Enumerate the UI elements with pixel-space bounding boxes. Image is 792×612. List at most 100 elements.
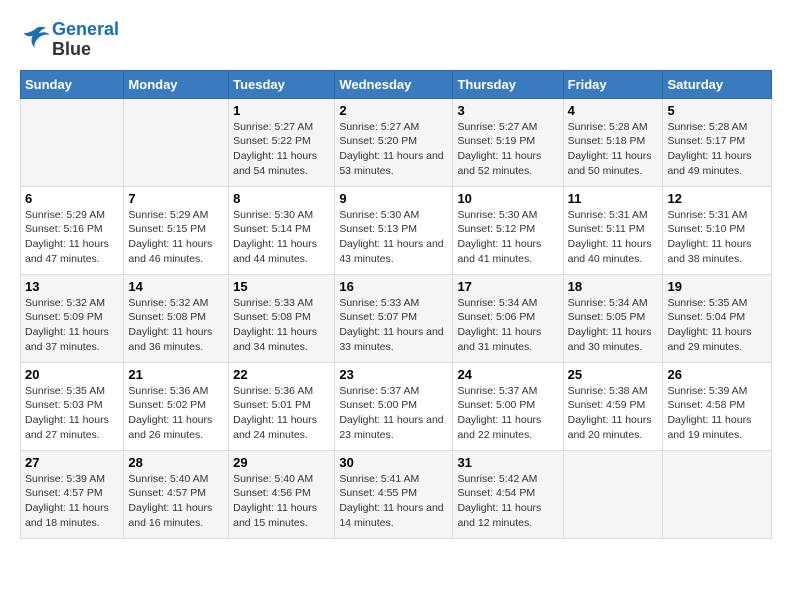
calendar-cell: 4 Sunrise: 5:28 AMSunset: 5:18 PMDaylight… <box>563 98 663 186</box>
day-number: 30 <box>339 455 448 470</box>
calendar-cell: 2 Sunrise: 5:27 AMSunset: 5:20 PMDaylight… <box>335 98 453 186</box>
day-number: 27 <box>25 455 119 470</box>
calendar-cell: 17 Sunrise: 5:34 AMSunset: 5:06 PMDayligh… <box>453 274 563 362</box>
day-number: 5 <box>667 103 767 118</box>
calendar-cell: 29 Sunrise: 5:40 AMSunset: 4:56 PMDayligh… <box>229 450 335 538</box>
logo-text: GeneralBlue <box>52 20 119 60</box>
calendar-cell: 5 Sunrise: 5:28 AMSunset: 5:17 PMDaylight… <box>663 98 772 186</box>
week-row-3: 13 Sunrise: 5:32 AMSunset: 5:09 PMDayligh… <box>21 274 772 362</box>
header-thursday: Thursday <box>453 70 563 98</box>
calendar-cell: 18 Sunrise: 5:34 AMSunset: 5:05 PMDayligh… <box>563 274 663 362</box>
calendar-cell: 1 Sunrise: 5:27 AMSunset: 5:22 PMDaylight… <box>229 98 335 186</box>
calendar-cell: 11 Sunrise: 5:31 AMSunset: 5:11 PMDayligh… <box>563 186 663 274</box>
cell-info: Sunrise: 5:30 AMSunset: 5:13 PMDaylight:… <box>339 208 448 267</box>
cell-info: Sunrise: 5:39 AMSunset: 4:57 PMDaylight:… <box>25 472 119 531</box>
cell-info: Sunrise: 5:34 AMSunset: 5:05 PMDaylight:… <box>568 296 659 355</box>
day-number: 18 <box>568 279 659 294</box>
cell-info: Sunrise: 5:36 AMSunset: 5:01 PMDaylight:… <box>233 384 330 443</box>
week-row-2: 6 Sunrise: 5:29 AMSunset: 5:16 PMDaylight… <box>21 186 772 274</box>
cell-info: Sunrise: 5:40 AMSunset: 4:56 PMDaylight:… <box>233 472 330 531</box>
calendar-cell: 21 Sunrise: 5:36 AMSunset: 5:02 PMDayligh… <box>124 362 229 450</box>
calendar-cell <box>21 98 124 186</box>
calendar-cell: 6 Sunrise: 5:29 AMSunset: 5:16 PMDaylight… <box>21 186 124 274</box>
cell-info: Sunrise: 5:27 AMSunset: 5:20 PMDaylight:… <box>339 120 448 179</box>
cell-info: Sunrise: 5:36 AMSunset: 5:02 PMDaylight:… <box>128 384 224 443</box>
day-number: 22 <box>233 367 330 382</box>
week-row-1: 1 Sunrise: 5:27 AMSunset: 5:22 PMDaylight… <box>21 98 772 186</box>
cell-info: Sunrise: 5:31 AMSunset: 5:10 PMDaylight:… <box>667 208 767 267</box>
day-number: 29 <box>233 455 330 470</box>
calendar-cell: 13 Sunrise: 5:32 AMSunset: 5:09 PMDayligh… <box>21 274 124 362</box>
day-number: 3 <box>457 103 558 118</box>
cell-info: Sunrise: 5:28 AMSunset: 5:17 PMDaylight:… <box>667 120 767 179</box>
calendar-cell: 25Sunrise: 5:38 AMSunset: 4:59 PMDayligh… <box>563 362 663 450</box>
calendar-cell: 26Sunrise: 5:39 AMSunset: 4:58 PMDayligh… <box>663 362 772 450</box>
calendar-cell: 19Sunrise: 5:35 AMSunset: 5:04 PMDayligh… <box>663 274 772 362</box>
day-number: 13 <box>25 279 119 294</box>
calendar-cell: 3Sunrise: 5:27 AMSunset: 5:19 PMDaylight… <box>453 98 563 186</box>
cell-info: Sunrise: 5:37 AMSunset: 5:00 PMDaylight:… <box>339 384 448 443</box>
cell-info: Sunrise: 5:32 AMSunset: 5:08 PMDaylight:… <box>128 296 224 355</box>
calendar-cell: 9 Sunrise: 5:30 AMSunset: 5:13 PMDaylight… <box>335 186 453 274</box>
calendar-cell: 23 Sunrise: 5:37 AMSunset: 5:00 PMDayligh… <box>335 362 453 450</box>
header-row: SundayMondayTuesdayWednesdayThursdayFrid… <box>21 70 772 98</box>
calendar-cell: 12 Sunrise: 5:31 AMSunset: 5:10 PMDayligh… <box>663 186 772 274</box>
calendar-cell: 8Sunrise: 5:30 AMSunset: 5:14 PMDaylight… <box>229 186 335 274</box>
cell-info: Sunrise: 5:29 AMSunset: 5:16 PMDaylight:… <box>25 208 119 267</box>
cell-info: Sunrise: 5:34 AMSunset: 5:06 PMDaylight:… <box>457 296 558 355</box>
day-number: 14 <box>128 279 224 294</box>
calendar-cell: 14 Sunrise: 5:32 AMSunset: 5:08 PMDayligh… <box>124 274 229 362</box>
day-number: 7 <box>128 191 224 206</box>
day-number: 17 <box>457 279 558 294</box>
cell-info: Sunrise: 5:28 AMSunset: 5:18 PMDaylight:… <box>568 120 659 179</box>
day-number: 21 <box>128 367 224 382</box>
calendar-table: SundayMondayTuesdayWednesdayThursdayFrid… <box>20 70 772 539</box>
day-number: 23 <box>339 367 448 382</box>
cell-info: Sunrise: 5:30 AMSunset: 5:14 PMDaylight:… <box>233 208 330 267</box>
calendar-cell: 31 Sunrise: 5:42 AMSunset: 4:54 PMDayligh… <box>453 450 563 538</box>
cell-info: Sunrise: 5:38 AMSunset: 4:59 PMDaylight:… <box>568 384 659 443</box>
cell-info: Sunrise: 5:35 AMSunset: 5:03 PMDaylight:… <box>25 384 119 443</box>
day-number: 20 <box>25 367 119 382</box>
calendar-cell <box>124 98 229 186</box>
calendar-cell: 27 Sunrise: 5:39 AMSunset: 4:57 PMDayligh… <box>21 450 124 538</box>
cell-info: Sunrise: 5:33 AMSunset: 5:08 PMDaylight:… <box>233 296 330 355</box>
calendar-cell: 10 Sunrise: 5:30 AMSunset: 5:12 PMDayligh… <box>453 186 563 274</box>
calendar-cell: 24Sunrise: 5:37 AMSunset: 5:00 PMDayligh… <box>453 362 563 450</box>
header-tuesday: Tuesday <box>229 70 335 98</box>
day-number: 12 <box>667 191 767 206</box>
day-number: 31 <box>457 455 558 470</box>
day-number: 1 <box>233 103 330 118</box>
cell-info: Sunrise: 5:42 AMSunset: 4:54 PMDaylight:… <box>457 472 558 531</box>
day-number: 11 <box>568 191 659 206</box>
logo: GeneralBlue <box>20 20 119 60</box>
cell-info: Sunrise: 5:30 AMSunset: 5:12 PMDaylight:… <box>457 208 558 267</box>
header-monday: Monday <box>124 70 229 98</box>
header-wednesday: Wednesday <box>335 70 453 98</box>
cell-info: Sunrise: 5:33 AMSunset: 5:07 PMDaylight:… <box>339 296 448 355</box>
calendar-cell: 22 Sunrise: 5:36 AMSunset: 5:01 PMDayligh… <box>229 362 335 450</box>
calendar-cell <box>663 450 772 538</box>
day-number: 28 <box>128 455 224 470</box>
day-number: 9 <box>339 191 448 206</box>
day-number: 6 <box>25 191 119 206</box>
day-number: 2 <box>339 103 448 118</box>
day-number: 10 <box>457 191 558 206</box>
week-row-4: 20 Sunrise: 5:35 AMSunset: 5:03 PMDayligh… <box>21 362 772 450</box>
header-friday: Friday <box>563 70 663 98</box>
calendar-cell: 30Sunrise: 5:41 AMSunset: 4:55 PMDayligh… <box>335 450 453 538</box>
day-number: 15 <box>233 279 330 294</box>
cell-info: Sunrise: 5:32 AMSunset: 5:09 PMDaylight:… <box>25 296 119 355</box>
cell-info: Sunrise: 5:35 AMSunset: 5:04 PMDaylight:… <box>667 296 767 355</box>
week-row-5: 27 Sunrise: 5:39 AMSunset: 4:57 PMDayligh… <box>21 450 772 538</box>
header-sunday: Sunday <box>21 70 124 98</box>
calendar-cell: 16Sunrise: 5:33 AMSunset: 5:07 PMDayligh… <box>335 274 453 362</box>
day-number: 4 <box>568 103 659 118</box>
cell-info: Sunrise: 5:31 AMSunset: 5:11 PMDaylight:… <box>568 208 659 267</box>
day-number: 24 <box>457 367 558 382</box>
logo-bird-icon <box>20 25 50 49</box>
page-header: GeneralBlue <box>20 20 772 60</box>
calendar-cell: 20 Sunrise: 5:35 AMSunset: 5:03 PMDayligh… <box>21 362 124 450</box>
calendar-cell: 7Sunrise: 5:29 AMSunset: 5:15 PMDaylight… <box>124 186 229 274</box>
cell-info: Sunrise: 5:27 AMSunset: 5:22 PMDaylight:… <box>233 120 330 179</box>
